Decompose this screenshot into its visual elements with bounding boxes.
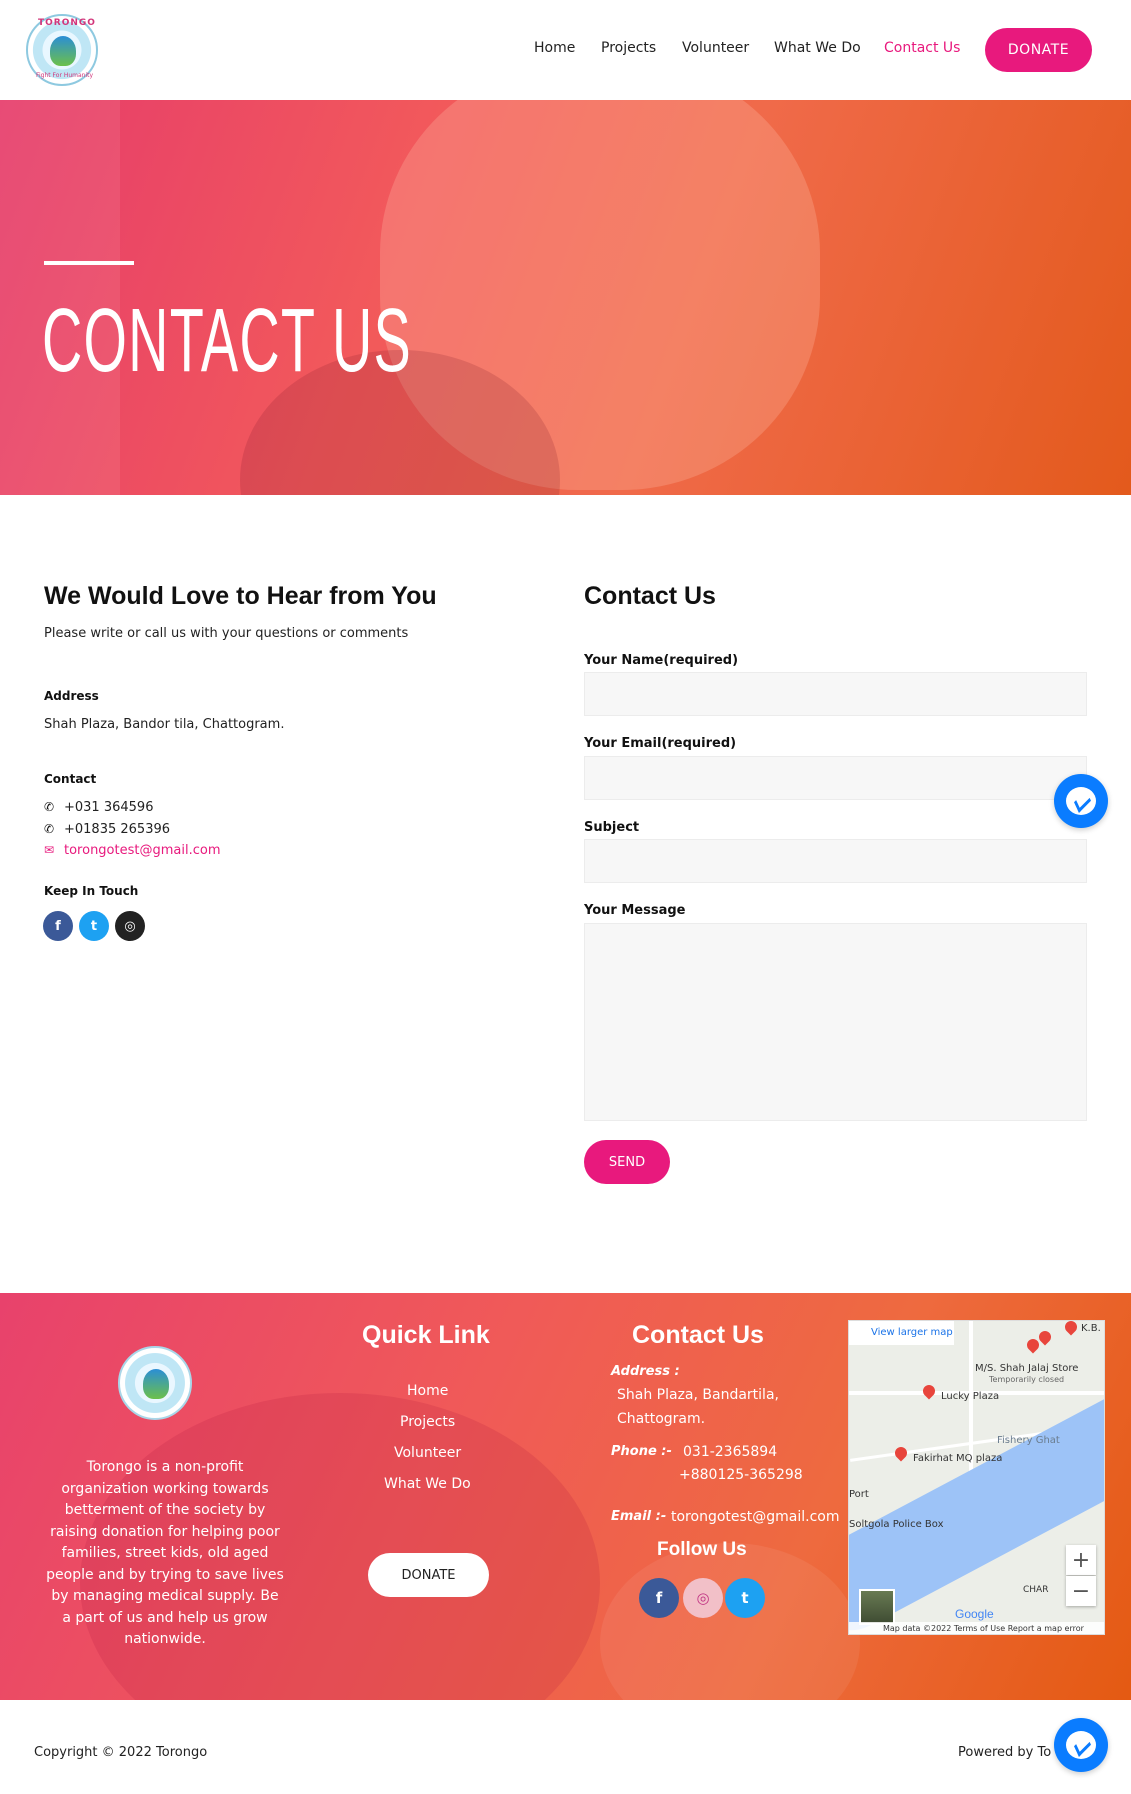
nav-projects[interactable]: Projects	[601, 40, 656, 56]
footer-about-text: Torongo is a non-profit organization wor…	[46, 1459, 284, 1647]
footer-address-line1: Shah Plaza, Bandartila,	[617, 1387, 779, 1403]
footer-phone-1: 031-2365894	[683, 1444, 778, 1460]
google-map[interactable]: View larger map K.B. M/S. Shah Jalaj Sto…	[848, 1320, 1105, 1635]
keep-in-touch-label: Keep In Touch	[44, 884, 139, 898]
email-label: Your Email(required)	[584, 736, 737, 751]
hero-divider	[44, 261, 134, 265]
phone-row-1: ✆ +031 364596	[44, 800, 153, 815]
phone-2: +01835 265396	[64, 822, 171, 837]
site-logo[interactable]: TORONGO Fight For Humanity	[26, 14, 98, 86]
map-label: Temporarily closed	[989, 1375, 1065, 1384]
footer-address-line2: Chattogram.	[617, 1411, 706, 1427]
zoom-in-button[interactable]: +	[1066, 1545, 1096, 1575]
subject-field[interactable]	[584, 839, 1087, 883]
map-attribution[interactable]: Map data ©2022 Terms of Use Report a map…	[849, 1622, 1104, 1634]
facebook-icon[interactable]: f	[43, 911, 73, 941]
page-title: CONTACT US	[42, 291, 412, 391]
powered-by-text: Powered by To	[958, 1745, 1052, 1760]
messenger-chat-button[interactable]	[1054, 774, 1108, 828]
logo-text-top: TORONGO	[38, 18, 96, 28]
message-field[interactable]	[584, 923, 1087, 1121]
info-heading: We Would Love to Hear from You	[44, 582, 437, 610]
subject-label: Subject	[584, 820, 640, 835]
phone-icon: ✆	[44, 822, 55, 836]
footer-link-projects[interactable]: Projects	[400, 1414, 455, 1430]
facebook-icon[interactable]: f	[639, 1578, 679, 1618]
map-pin-icon[interactable]	[1062, 1321, 1080, 1336]
nav-home[interactable]: Home	[534, 40, 575, 56]
logo-text-bottom: Fight For Humanity	[36, 72, 94, 79]
name-field[interactable]	[584, 672, 1087, 716]
nav-what-we-do[interactable]: What We Do	[774, 40, 861, 56]
footer-logo[interactable]	[118, 1346, 192, 1420]
copyright-bar: Copyright © 2022 Torongo Powered by To	[0, 1700, 1131, 1794]
google-logo: Google	[955, 1607, 994, 1621]
quick-link-heading: Quick Link	[362, 1321, 490, 1349]
logo-emblem-icon	[50, 36, 76, 66]
map-pin-icon[interactable]	[892, 1444, 910, 1462]
message-label: Your Message	[584, 903, 686, 918]
map-label: Soltgola Police Box	[849, 1519, 944, 1530]
messenger-icon	[1066, 1731, 1096, 1759]
logo-emblem-icon	[143, 1369, 169, 1399]
name-label: Your Name(required)	[584, 653, 739, 668]
footer-email-label: Email :-	[611, 1509, 667, 1524]
phone-icon: ✆	[44, 800, 55, 814]
messenger-icon	[1066, 787, 1096, 815]
donate-button[interactable]: DONATE	[985, 28, 1092, 72]
map-pin-icon[interactable]	[920, 1382, 938, 1400]
instagram-icon[interactable]: ◎	[683, 1578, 723, 1618]
footer: Torongo is a non-profit organization wor…	[0, 1293, 1131, 1700]
map-label: CHAR	[1023, 1585, 1049, 1595]
copyright-text: Copyright © 2022 Torongo	[34, 1745, 208, 1760]
send-button[interactable]: SEND	[584, 1140, 670, 1184]
footer-phone-label: Phone :-	[611, 1444, 672, 1459]
footer-email[interactable]: torongotest@gmail.com	[671, 1509, 840, 1525]
footer-link-what-we-do[interactable]: What We Do	[384, 1476, 471, 1492]
email-row[interactable]: ✉ torongotest@gmail.com	[44, 843, 220, 858]
phone-row-2: ✆ +01835 265396	[44, 822, 170, 837]
footer-link-volunteer[interactable]: Volunteer	[394, 1445, 461, 1461]
map-label: Fishery Ghat	[997, 1435, 1060, 1446]
twitter-icon[interactable]: t	[79, 911, 109, 941]
footer-link-home[interactable]: Home	[407, 1383, 448, 1399]
zoom-out-button[interactable]: −	[1066, 1576, 1096, 1606]
follow-us-heading: Follow Us	[657, 1539, 747, 1560]
map-label: Lucky Plaza	[941, 1391, 1000, 1402]
hero-banner: CONTACT US	[0, 100, 1131, 495]
instagram-icon[interactable]: ◎	[115, 911, 145, 941]
view-larger-map-link[interactable]: View larger map	[849, 1321, 954, 1345]
info-subtitle: Please write or call us with your questi…	[44, 626, 409, 641]
messenger-chat-button[interactable]	[1054, 1718, 1108, 1772]
address-label: Address	[44, 689, 99, 703]
map-label: Fakirhat MQ plaza	[913, 1453, 1003, 1464]
footer-contact-heading: Contact Us	[632, 1321, 764, 1349]
twitter-icon[interactable]: t	[725, 1578, 765, 1618]
nav-contact-us[interactable]: Contact Us	[884, 40, 960, 56]
address-text: Shah Plaza, Bandor tila, Chattogram.	[44, 717, 285, 732]
map-label: M/S. Shah Jalaj Store	[975, 1363, 1079, 1374]
footer-phone-2: +880125-365298	[679, 1467, 803, 1483]
footer-address-label: Address :	[611, 1364, 680, 1379]
satellite-toggle-thumbnail[interactable]	[859, 1589, 895, 1625]
phone-1: +031 364596	[64, 800, 154, 815]
email-link[interactable]: torongotest@gmail.com	[64, 843, 220, 858]
envelope-icon: ✉	[44, 843, 55, 857]
nav-volunteer[interactable]: Volunteer	[682, 40, 749, 56]
top-navbar: TORONGO Fight For Humanity Home Projects…	[0, 0, 1131, 100]
form-heading: Contact Us	[584, 582, 716, 610]
map-label: K.B.	[1081, 1323, 1101, 1334]
map-label: Port	[849, 1489, 869, 1500]
footer-bg-photo-2	[600, 1543, 860, 1700]
contact-label: Contact	[44, 772, 97, 786]
email-field[interactable]	[584, 756, 1087, 800]
footer-donate-button[interactable]: DONATE	[368, 1553, 489, 1597]
